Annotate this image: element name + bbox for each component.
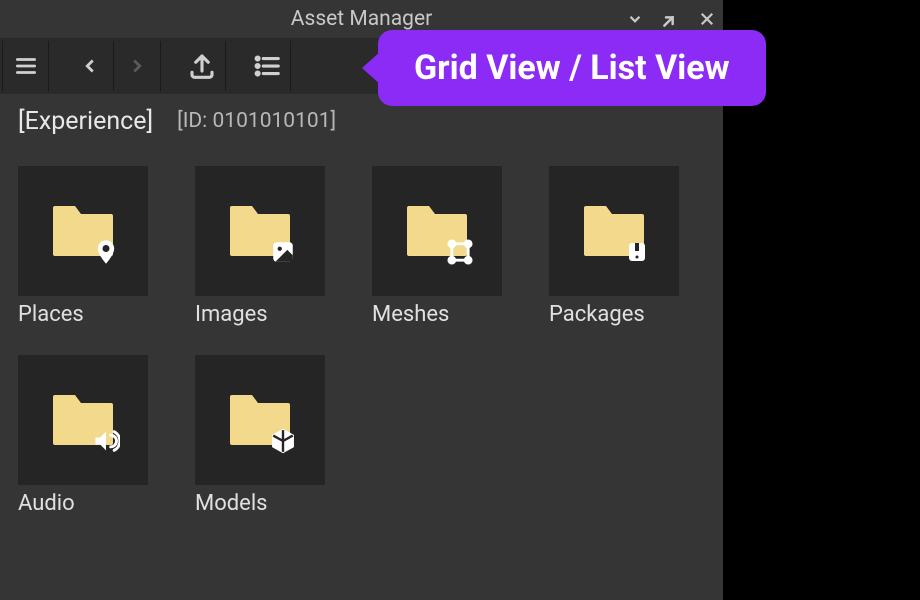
audio-icon <box>92 427 120 455</box>
folder-label: Models <box>195 491 325 516</box>
image-icon <box>269 238 297 266</box>
model-icon <box>269 427 297 455</box>
folder-meshes[interactable]: Meshes <box>372 166 502 327</box>
breadcrumb-id: [ID: 0101010101] <box>177 109 336 133</box>
undock-icon[interactable] <box>659 7 683 31</box>
folder-label: Audio <box>18 491 148 516</box>
chevron-right-icon <box>126 55 148 77</box>
folder-packages[interactable]: Packages <box>549 166 679 327</box>
folder-label: Packages <box>549 302 679 327</box>
upload-button[interactable] <box>179 41 226 91</box>
menu-button[interactable] <box>2 41 49 91</box>
nav-forward-button[interactable] <box>114 41 161 91</box>
package-icon <box>623 238 651 266</box>
callout-arrow-icon <box>362 50 382 86</box>
upload-icon <box>187 51 217 81</box>
folder-label: Images <box>195 302 325 327</box>
folder-images[interactable]: Images <box>195 166 325 327</box>
mesh-icon <box>446 238 474 266</box>
chevron-down-icon[interactable] <box>623 7 647 31</box>
folder-label: Meshes <box>372 302 502 327</box>
folder-label: Places <box>18 302 148 327</box>
close-icon[interactable] <box>695 7 719 31</box>
breadcrumb-experience[interactable]: [Experience] <box>18 107 153 136</box>
folder-tile <box>195 355 325 485</box>
folder-tile <box>18 166 148 296</box>
callout-text: Grid View / List View <box>414 48 730 88</box>
list-view-icon <box>252 51 282 81</box>
folder-tile <box>18 355 148 485</box>
callout-tooltip: Grid View / List View <box>378 30 766 106</box>
folder-tile <box>195 166 325 296</box>
view-toggle-button[interactable] <box>244 41 291 91</box>
folder-grid: Places Images Meshes <box>0 148 723 534</box>
window-title: Asset Manager <box>291 7 432 31</box>
folder-audio[interactable]: Audio <box>18 355 148 516</box>
hamburger-icon <box>13 53 39 79</box>
folder-models[interactable]: Models <box>195 355 325 516</box>
folder-tile <box>549 166 679 296</box>
asset-manager-panel: Asset Manager <box>0 0 723 600</box>
pin-icon <box>92 238 120 266</box>
chevron-left-icon <box>79 55 101 77</box>
folder-tile <box>372 166 502 296</box>
nav-back-button[interactable] <box>67 41 114 91</box>
folder-places[interactable]: Places <box>18 166 148 327</box>
